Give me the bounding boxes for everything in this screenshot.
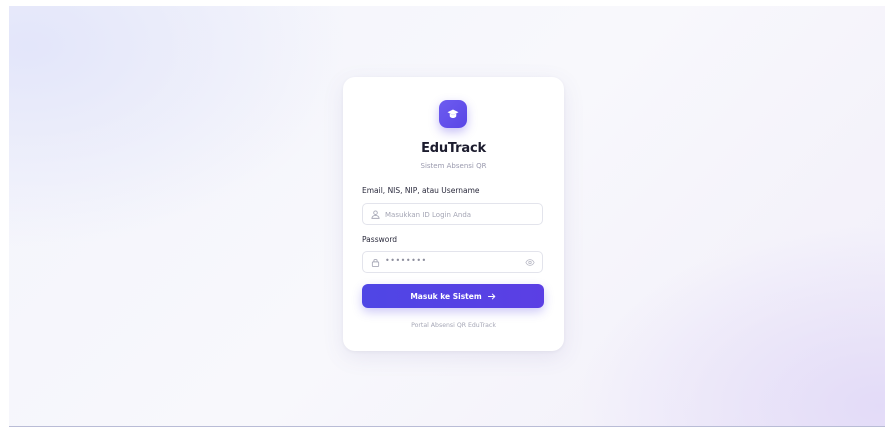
password-field[interactable]: •••••••• xyxy=(362,251,543,273)
user-icon xyxy=(371,210,380,219)
app-logo xyxy=(439,100,467,128)
password-label: Password xyxy=(362,235,398,244)
login-id-field[interactable] xyxy=(362,203,543,225)
graduation-cap-icon xyxy=(447,109,459,118)
arrow-right-icon xyxy=(487,293,495,299)
app-subtitle: Sistem Absensi QR xyxy=(420,162,487,170)
submit-button-label: Masuk ke Sistem xyxy=(410,291,482,301)
app-title: EduTrack xyxy=(421,141,486,156)
login-id-input[interactable] xyxy=(385,207,535,222)
eye-icon[interactable] xyxy=(525,258,535,267)
login-submit-button[interactable]: Masuk ke Sistem xyxy=(362,284,544,308)
footer-text: Portal Absensi QR EduTrack xyxy=(411,322,496,329)
login-id-label: Email, NIS, NIP, atau Username xyxy=(362,186,480,195)
password-input[interactable]: •••••••• xyxy=(385,256,427,265)
lock-icon xyxy=(371,259,380,267)
